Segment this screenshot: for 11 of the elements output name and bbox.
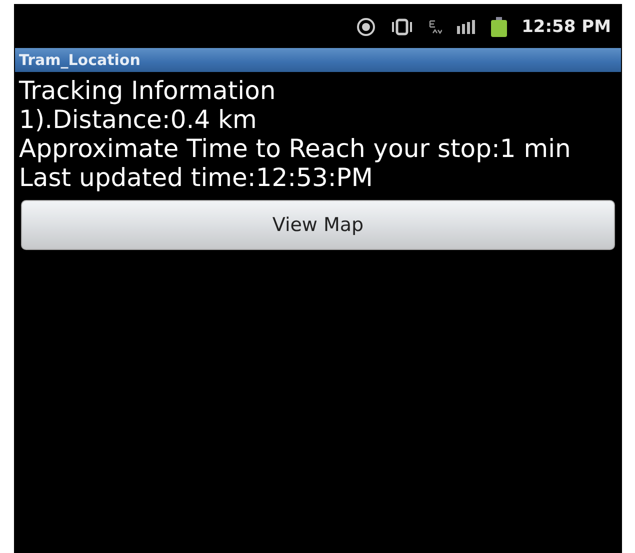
gps-icon xyxy=(356,16,376,36)
status-time: 12:58 PM xyxy=(522,16,611,36)
app-title-bar: Tram_Location xyxy=(15,48,621,72)
heading: Tracking Information xyxy=(19,76,277,105)
battery-icon xyxy=(490,16,508,36)
signal-icon xyxy=(456,20,476,34)
info-line: 1).Distance:0.4 km xyxy=(19,105,258,134)
info-line: Last updated time:12:53:PM xyxy=(19,163,374,192)
info-line: Approximate Time to Reach your stop:1 min xyxy=(19,134,572,163)
vibrate-icon xyxy=(390,16,414,36)
view-map-button[interactable]: View Map xyxy=(21,200,615,250)
